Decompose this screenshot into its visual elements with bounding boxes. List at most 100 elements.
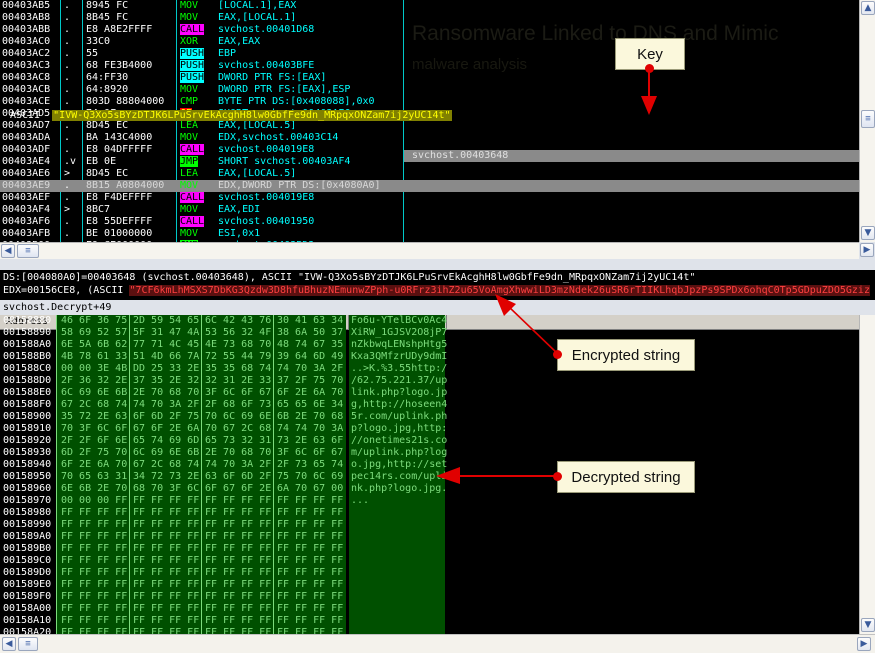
dump-row[interactable]: 00158930 6D 2F 75 70 6C 69 6E 6B 2E 70 68 7… <box>0 447 859 459</box>
dump-row[interactable]: 001589B0 FF FF FF FF FF FF FF FF FF FF FF F… <box>0 543 859 555</box>
dump-row[interactable]: 001588C0 00 00 3E 4B DD 25 33 2E 35 35 68 7… <box>0 363 859 375</box>
dump-hex-cells[interactable]: 6E 5A 6B 62 77 71 4C 45 4E 73 68 70 48 74 6… <box>57 339 346 351</box>
disassembly-row[interactable]: 00403AF4 >8BC7 MOV EAX,EDI <box>0 204 859 216</box>
dump-scroll-down-icon[interactable]: ▼ <box>861 618 875 632</box>
dump-ascii-cell[interactable]: Fo6u-YTelBCv0Ac4 <box>349 315 447 327</box>
dump-row[interactable]: 001589C0 FF FF FF FF FF FF FF FF FF FF FF F… <box>0 555 859 567</box>
disassembly-row[interactable]: 00403AB5. 8945 FC MOV [LOCAL.1],EAX <box>0 0 859 12</box>
dump-ascii-cell[interactable] <box>349 543 445 555</box>
dump-ascii-cell[interactable] <box>349 615 445 627</box>
disassembly-row[interactable]: 00403AD7. 8D45 EC LEA EAX,[LOCAL.5] <box>0 120 859 132</box>
dump-row[interactable]: 001589A0 FF FF FF FF FF FF FF FF FF FF FF F… <box>0 531 859 543</box>
dump-row[interactable]: 001588F0 67 2C 68 74 74 70 3A 2F 2F 68 6F 7… <box>0 399 859 411</box>
dump-ascii-cell[interactable]: nk.php?logo.jpg. <box>349 483 447 495</box>
dump-row[interactable]: 001589D0 FF FF FF FF FF FF FF FF FF FF FF F… <box>0 567 859 579</box>
dump-ascii-cell[interactable] <box>349 531 445 543</box>
window-hscrollbar[interactable]: ◀ ≡ ▶ <box>0 634 875 653</box>
dump-hex-cells[interactable]: 4B 78 61 33 51 4D 66 7A 72 55 44 79 39 64 6… <box>57 351 346 363</box>
dump-ascii-cell[interactable]: ..>K.%3.55http:/ <box>349 363 447 375</box>
disassembly-row[interactable]: 00403AE9. 8B15 A0804000 MOV EDX,DWORD PTR D… <box>0 180 859 192</box>
dump-hex-cells[interactable]: 70 65 63 31 34 72 73 2E 63 6F 6D 2F 75 70 6… <box>57 471 346 483</box>
dump-vscrollbar[interactable]: ▼ <box>859 315 875 634</box>
dump-ascii-cell[interactable]: /62.75.221.37/up <box>349 375 447 387</box>
disassembly-vscrollbar[interactable]: ▲ ≡ ▼ <box>859 0 875 242</box>
dump-ascii-cell[interactable]: 5r.com/uplink.ph <box>349 411 447 423</box>
disassembly-row[interactable]: 00403ACE. 803D 88804000 CMP BYTE PTR DS:[0x… <box>0 96 859 108</box>
dump-ascii-cell[interactable]: pec14rs.com/upli <box>349 471 447 483</box>
dump-ascii-cell[interactable]: link.php?logo.jp <box>349 387 447 399</box>
dump-hex-cells[interactable]: 6F 2E 6A 70 67 2C 68 74 74 70 3A 2F 2F 73 6… <box>57 459 346 471</box>
dump-ascii-cell[interactable]: ... <box>349 495 445 507</box>
dump-ascii-cell[interactable]: p?logo.jpg,http: <box>349 423 447 435</box>
dump-hex-cells[interactable]: FF FF FF FF FF FF FF FF FF FF FF FF FF FF F… <box>57 567 346 579</box>
vscroll-thumb[interactable]: ≡ <box>861 110 875 128</box>
dump-rows[interactable]: 00158880 46 6F 36 75 2D 59 54 65 6C 42 43 7… <box>0 315 859 637</box>
dump-row[interactable]: 00158980 FF FF FF FF FF FF FF FF FF FF FF F… <box>0 507 859 519</box>
dump-hex-cells[interactable]: FF FF FF FF FF FF FF FF FF FF FF FF FF FF F… <box>57 555 346 567</box>
dump-ascii-cell[interactable]: m/uplink.php?log <box>349 447 447 459</box>
dump-row[interactable]: 00158960 6E 6B 2E 70 68 70 3F 6C 6F 67 6F 2… <box>0 483 859 495</box>
dump-row[interactable]: 00158900 35 72 2E 63 6F 6D 2F 75 70 6C 69 6… <box>0 411 859 423</box>
window-hscroll-thumb[interactable]: ≡ <box>18 637 38 651</box>
dump-hex-cells[interactable]: FF FF FF FF FF FF FF FF FF FF FF FF FF FF F… <box>57 519 346 531</box>
dump-hex-cells[interactable]: 6D 2F 75 70 6C 69 6E 6B 2E 70 68 70 3F 6C 6… <box>57 447 346 459</box>
disassembly-row[interactable]: 00403AE6 >8D45 EC LEA EAX,[LOCAL.5] <box>0 168 859 180</box>
dump-ascii-cell[interactable]: XiRW_1GJSV2O8jP7 <box>349 327 447 339</box>
dump-row[interactable]: 00158990 FF FF FF FF FF FF FF FF FF FF FF F… <box>0 519 859 531</box>
disassembly-row[interactable]: 00403AC8. 64:FF30 PUSH DWORD PTR FS:[EAX] <box>0 72 859 84</box>
dump-row[interactable]: 001588A0 6E 5A 6B 62 77 71 4C 45 4E 73 68 7… <box>0 339 859 351</box>
dump-hex-cells[interactable]: FF FF FF FF FF FF FF FF FF FF FF FF FF FF F… <box>57 591 346 603</box>
dump-hex-cells[interactable]: 00 00 3E 4B DD 25 33 2E 35 35 68 74 74 70 3… <box>57 363 346 375</box>
scroll-down-icon[interactable]: ▼ <box>861 226 875 240</box>
dump-hex-cells[interactable]: 70 3F 6C 6F 67 6F 2E 6A 70 67 2C 68 74 74 7… <box>57 423 346 435</box>
dump-row[interactable]: 00158950 70 65 63 31 34 72 73 2E 63 6F 6D 2… <box>0 471 859 483</box>
disassembly-hscrollbar[interactable]: ◀ ≡ <box>0 242 859 259</box>
dump-ascii-cell[interactable] <box>349 591 445 603</box>
disassembly-row[interactable]: 00403AFB. BE 01000000 MOV ESI,0x1 <box>0 228 859 240</box>
dump-hex-cells[interactable]: 00 00 00 FF FF FF FF FF FF FF FF FF FF FF F… <box>57 495 346 507</box>
dump-row[interactable]: 00158910 70 3F 6C 6F 67 6F 2E 6A 70 67 2C 6… <box>0 423 859 435</box>
disassembly-row[interactable]: 00403ADA. BA 143C4000 MOV EDX,svchost.00403… <box>0 132 859 144</box>
dump-row[interactable]: 00158920 2F 2F 6F 6E 65 74 69 6D 65 73 32 3… <box>0 435 859 447</box>
dump-ascii-cell[interactable]: o.jpg,http://set <box>349 459 447 471</box>
dump-hex-cells[interactable]: 6E 6B 2E 70 68 70 3F 6C 6F 67 6F 2E 6A 70 6… <box>57 483 346 495</box>
dump-hex-cells[interactable]: 67 2C 68 74 74 70 3A 2F 2F 68 6F 73 65 65 6… <box>57 399 346 411</box>
window-scroll-left-icon[interactable]: ◀ <box>2 637 16 651</box>
dump-ascii-cell[interactable]: g,http://hoseen4 <box>349 399 447 411</box>
dump-hex-cells[interactable]: FF FF FF FF FF FF FF FF FF FF FF FF FF FF F… <box>57 603 346 615</box>
dump-row[interactable]: 001588D0 2F 36 32 2E 37 35 2E 32 32 31 2E 3… <box>0 375 859 387</box>
hscroll-thumb[interactable]: ≡ <box>17 244 39 258</box>
dump-hex-cells[interactable]: FF FF FF FF FF FF FF FF FF FF FF FF FF FF F… <box>57 531 346 543</box>
disassembly-row[interactable]: 00403AF6. E8 55DEFFFF CALL svchost.00401950 <box>0 216 859 228</box>
dump-hex-cells[interactable]: 2F 2F 6F 6E 65 74 69 6D 65 73 32 31 73 2E 6… <box>57 435 346 447</box>
disassembly-pane[interactable]: 00403AB5. 8945 FC MOV [LOCAL.1],EAX 00403AB8… <box>0 0 859 258</box>
dump-row[interactable]: 00158A10 FF FF FF FF FF FF FF FF FF FF FF F… <box>0 615 859 627</box>
dump-ascii-cell[interactable]: Kxa3QMfzrUDy9dmI <box>349 351 447 363</box>
dump-ascii-cell[interactable] <box>349 579 445 591</box>
dump-row[interactable]: 00158970 00 00 00 FF FF FF FF FF FF FF FF F… <box>0 495 859 507</box>
dump-hex-cells[interactable]: FF FF FF FF FF FF FF FF FF FF FF FF FF FF F… <box>57 543 346 555</box>
scroll-right-icon[interactable]: ▶ <box>860 243 874 257</box>
dump-row[interactable]: 00158890 58 69 52 57 5F 31 47 4A 53 56 32 4… <box>0 327 859 339</box>
dump-row[interactable]: 001588E0 6C 69 6E 6B 2E 70 68 70 3F 6C 6F 6… <box>0 387 859 399</box>
memory-dump-pane[interactable]: Address Hex dump ASCII 0015888046 6F 36 … <box>0 315 859 637</box>
dump-hex-cells[interactable]: 35 72 2E 63 6F 6D 2F 75 70 6C 69 6E 6B 2E 7… <box>57 411 346 423</box>
dump-row[interactable]: 00158940 6F 2E 6A 70 67 2C 68 74 74 70 3A 2… <box>0 459 859 471</box>
disassembly-row[interactable]: 00403AEF. E8 F4DEFFFF CALL svchost.004019E8 <box>0 192 859 204</box>
dump-ascii-cell[interactable] <box>349 603 445 615</box>
dump-row[interactable]: 001588B0 4B 78 61 33 51 4D 66 7A 72 55 44 7… <box>0 351 859 363</box>
dump-hex-cells[interactable]: 2F 36 32 2E 37 35 2E 32 32 31 2E 33 37 2F 7… <box>57 375 346 387</box>
dump-ascii-cell[interactable] <box>349 519 445 531</box>
dump-row[interactable]: 001589F0 FF FF FF FF FF FF FF FF FF FF FF F… <box>0 591 859 603</box>
dump-hex-cells[interactable]: 46 6F 36 75 2D 59 54 65 6C 42 43 76 30 41 6… <box>57 315 346 327</box>
dump-ascii-cell[interactable]: nZkbwqLENshpHtg5 <box>349 339 447 351</box>
dump-ascii-cell[interactable] <box>349 507 445 519</box>
dump-row[interactable]: 001589E0 FF FF FF FF FF FF FF FF FF FF FF F… <box>0 579 859 591</box>
disassembly-row[interactable]: 00403ACB. 64:8920 MOV DWORD PTR FS:[EAX],ES… <box>0 84 859 96</box>
dump-hex-cells[interactable]: FF FF FF FF FF FF FF FF FF FF FF FF FF FF F… <box>57 507 346 519</box>
dump-ascii-cell[interactable] <box>349 567 445 579</box>
dump-hex-cells[interactable]: FF FF FF FF FF FF FF FF FF FF FF FF FF FF F… <box>57 615 346 627</box>
dump-row[interactable]: 00158880 46 6F 36 75 2D 59 54 65 6C 42 43 7… <box>0 315 859 327</box>
window-scroll-right-icon[interactable]: ▶ <box>857 637 871 651</box>
dump-ascii-cell[interactable]: //onetimes21s.co <box>349 435 447 447</box>
